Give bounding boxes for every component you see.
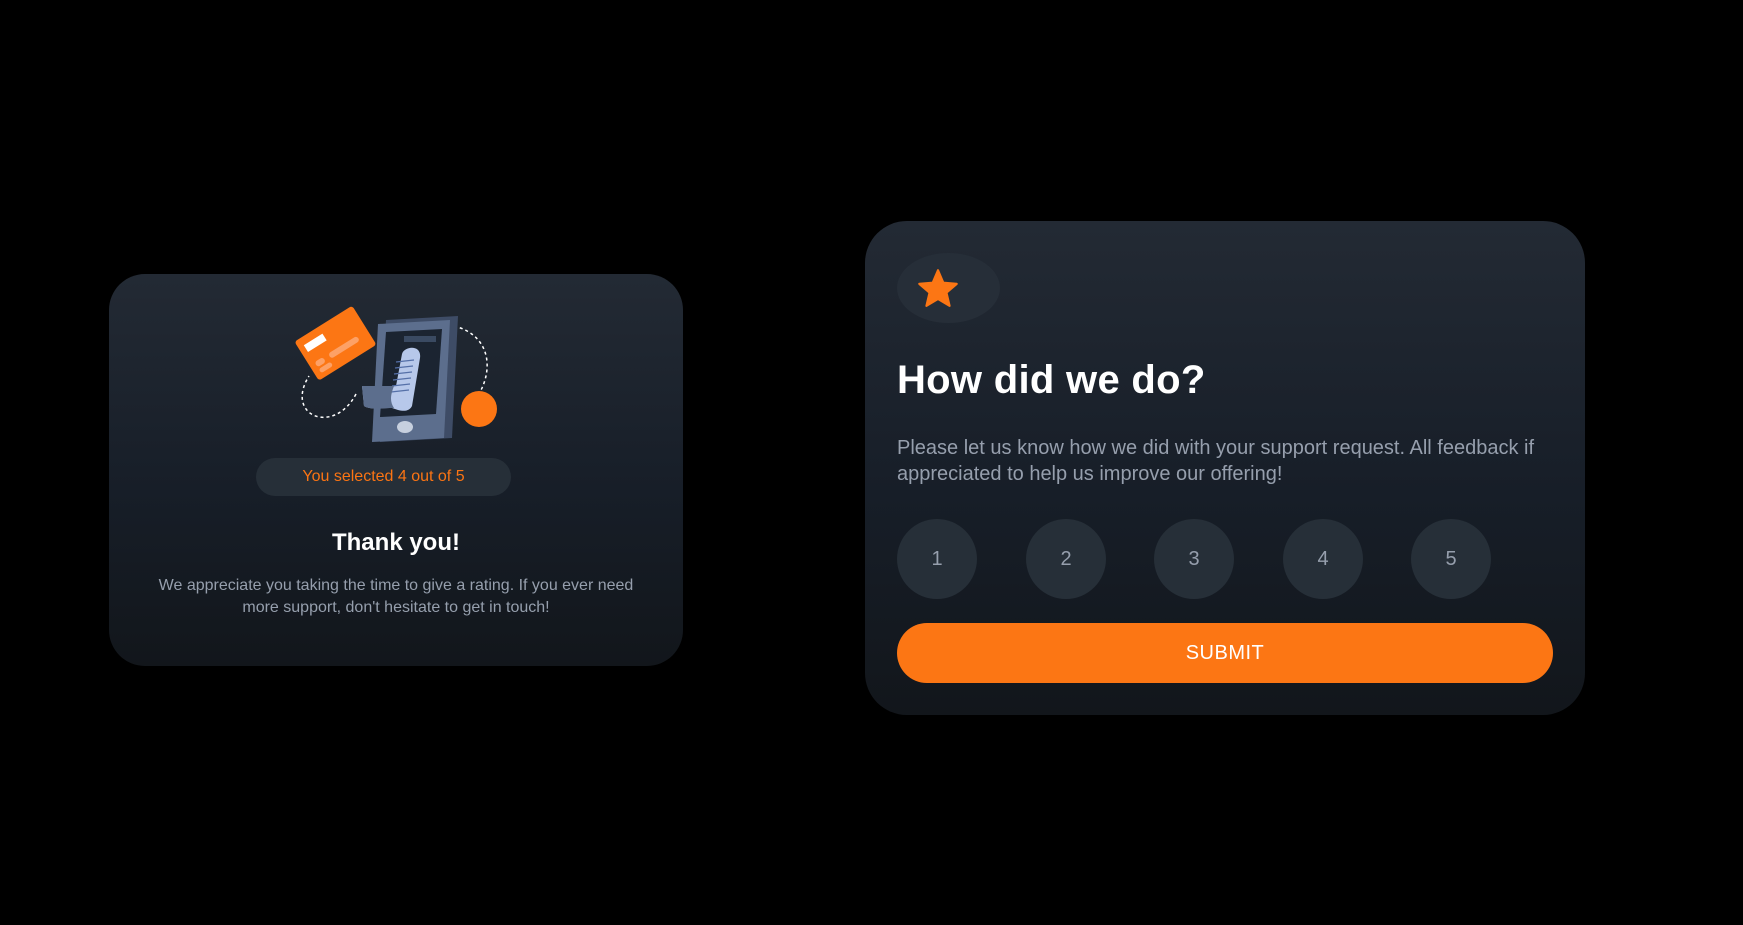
rating-card: How did we do? Please let us know how we… xyxy=(865,221,1585,715)
rating-button-5[interactable]: 5 xyxy=(1411,519,1491,599)
rating-description: Please let us know how we did with your … xyxy=(897,437,1535,485)
rating-title: How did we do? xyxy=(897,358,1206,402)
submit-button[interactable]: SUBMIT xyxy=(897,623,1553,683)
rating-button-2[interactable]: 2 xyxy=(1026,519,1106,599)
thank-you-message: We appreciate you taking the time to giv… xyxy=(158,577,634,616)
selected-rating-badge: You selected 4 out of 5 xyxy=(256,458,511,496)
thank-you-card: You selected 4 out of 5 Thank you! We ap… xyxy=(109,274,683,666)
rating-button-4[interactable]: 4 xyxy=(1283,519,1363,599)
star-icon xyxy=(918,269,958,307)
rating-options: 1 2 3 4 5 xyxy=(897,519,1557,599)
rating-button-1[interactable]: 1 xyxy=(897,519,977,599)
star-badge xyxy=(897,253,1000,323)
payment-receipt-illustration xyxy=(294,306,504,442)
rating-button-3[interactable]: 3 xyxy=(1154,519,1234,599)
thank-you-title: Thank you! xyxy=(331,529,460,556)
